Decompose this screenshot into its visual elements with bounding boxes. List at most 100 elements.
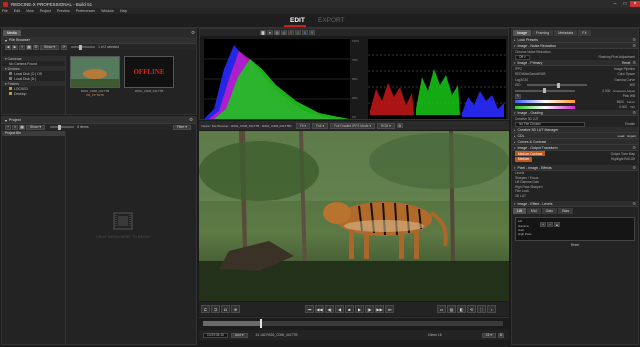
thumbnail-size-slider[interactable] [50, 124, 75, 130]
rolloff-row[interactable]: Medium Highlight Roll-Off [512, 156, 638, 163]
collapse-triangle-icon[interactable]: ▾ [5, 118, 7, 123]
effect-reset-button[interactable]: Reset [512, 243, 638, 247]
menu-edit[interactable]: Edit [14, 9, 20, 13]
tab-image[interactable]: Image [513, 30, 531, 36]
step-forward-icon[interactable]: |▶ [365, 305, 374, 313]
go-to-end-icon[interactable]: ⏭ [385, 305, 394, 313]
remove-icon[interactable]: − [547, 222, 553, 227]
loop-icon[interactable]: ⟲ [467, 305, 476, 313]
list-view-icon[interactable]: ≡ [12, 124, 18, 130]
gear-icon[interactable]: ⚙ [396, 123, 403, 128]
export-mode-tab[interactable]: EXPORT [318, 17, 345, 24]
thumbnail-size-slider[interactable] [71, 44, 96, 50]
edit-mode-tab[interactable]: EDIT [290, 17, 305, 24]
aspect-dropdown[interactable]: RGB ▾ [377, 122, 395, 129]
fullscreen-icon[interactable]: ⛶ [477, 305, 486, 313]
snapshot-icon[interactable]: ◘ [221, 305, 230, 313]
show-dropdown[interactable]: Show ▾ [26, 124, 46, 130]
close-button[interactable]: × [630, 1, 640, 7]
maximize-button[interactable]: □ [620, 1, 630, 7]
grid-view-icon[interactable]: ▦ [19, 124, 25, 130]
audio-icon[interactable]: ♪ [487, 305, 496, 313]
refresh-icon[interactable]: ⟳ [61, 44, 68, 50]
fit-dropdown[interactable]: Fit ▾ [295, 122, 311, 129]
menu-file[interactable]: File [2, 9, 8, 13]
playhead[interactable] [260, 319, 262, 328]
back-icon[interactable]: ◀ [5, 44, 11, 50]
fps-dropdown[interactable]: 24 ▾ [481, 332, 496, 338]
timecode-in[interactable]: 10:29:34:16 [203, 332, 228, 338]
scope-luma-icon[interactable]: Y [309, 30, 315, 35]
lut-enable-checkbox[interactable]: Enable [625, 122, 635, 126]
scope-histogram-icon[interactable]: ▇ [260, 30, 266, 35]
new-bin-icon[interactable]: + [5, 124, 11, 130]
stop-icon[interactable]: ■ [345, 305, 354, 313]
compare-icon[interactable]: ◧ [457, 305, 466, 313]
scope-blue-icon[interactable]: B [302, 30, 308, 35]
video-viewer[interactable] [199, 131, 509, 301]
project-bin-item[interactable]: Project Bin [2, 131, 65, 136]
exposure-slider[interactable] [515, 88, 575, 94]
gear-icon[interactable]: ⚙ [191, 30, 195, 36]
clip-thumbnail[interactable]: R001_C008_0417TB FR_FP TE78 [70, 56, 120, 97]
tint-gradient-slider[interactable] [515, 105, 575, 109]
tab-bias[interactable]: Bias [558, 208, 574, 214]
iso-slider[interactable] [526, 82, 587, 88]
scrub-timeline[interactable] [199, 317, 509, 329]
play-icon[interactable]: ▶ [355, 305, 364, 313]
menu-view[interactable]: View [26, 9, 34, 13]
monitor-icon[interactable]: ▭ [437, 305, 446, 313]
step-back-icon[interactable]: ◀| [325, 305, 334, 313]
menu-help[interactable]: Help [120, 9, 127, 13]
mark-out-icon[interactable]: ⊐ [211, 305, 220, 313]
show-dropdown[interactable]: Show ▾ [40, 44, 60, 50]
gear-icon[interactable]: ⚙ [498, 332, 504, 338]
mark-in-icon[interactable]: ⊏ [201, 305, 210, 313]
previous-frame-icon[interactable]: ◀◀ [315, 305, 324, 313]
gear-icon[interactable]: ⚙ [189, 117, 193, 123]
forward-icon[interactable]: ▶ [12, 44, 18, 50]
tab-media[interactable]: Media [3, 30, 21, 36]
add-to-project-icon[interactable]: ⊕ [231, 305, 240, 313]
play-reverse-icon[interactable]: ◀ [335, 305, 344, 313]
tab-metadata[interactable]: Metadata [554, 30, 578, 36]
menu-preferences[interactable]: Preferences [76, 9, 95, 13]
drop-zone[interactable]: DRAG MEDIA HERE TO BEGIN [88, 212, 158, 239]
scope-vectorscope-icon[interactable]: ◎ [281, 30, 287, 35]
tab-gain[interactable]: Gain [541, 208, 558, 214]
eyedropper-icon[interactable]: ✎ [515, 93, 521, 99]
menu-window[interactable]: Window [101, 9, 114, 13]
filter-dropdown[interactable]: Filter ▾ [172, 124, 191, 130]
collapse-triangle-icon[interactable]: ▾ [5, 38, 7, 43]
overlay-icon[interactable]: ▤ [447, 305, 456, 313]
tab-lift[interactable]: Lift [513, 208, 526, 214]
grid-view-icon[interactable]: ▦ [26, 44, 32, 50]
tab-fx[interactable]: FX [578, 30, 591, 36]
kelvin-gradient-slider[interactable] [515, 100, 575, 104]
tab-framing[interactable]: Framing [532, 30, 554, 36]
detail-view-icon[interactable]: ☰ [33, 44, 39, 50]
menu-preview[interactable]: Preview [57, 9, 70, 13]
move-up-icon[interactable]: ▲ [554, 222, 560, 227]
tab-mid[interactable]: Mid [526, 208, 541, 214]
flashing-pixel-toggle[interactable]: Flashing Pixel Adjustment [599, 55, 636, 59]
offline-thumbnail[interactable]: OFFLINE R002_C008_0417TB [124, 56, 174, 93]
effect-item[interactable]: 3D LUT [512, 194, 638, 199]
next-frame-icon[interactable]: ▶▶ [375, 305, 384, 313]
noise-dropdown[interactable]: Off ▾ [515, 54, 530, 60]
add-icon[interactable]: + [540, 222, 546, 227]
scope-parade-icon[interactable]: ▥ [274, 30, 280, 35]
go-to-start-icon[interactable]: ⏮ [305, 305, 314, 313]
list-view-icon[interactable]: ≡ [19, 44, 25, 50]
quality-dropdown[interactable]: Full ▾ [312, 122, 328, 129]
debayer-dropdown[interactable]: Full Graded IPP2 Mode ▾ [329, 122, 376, 129]
audio-dropdown[interactable]: Aud ▾ [230, 332, 248, 338]
minimize-button[interactable]: – [610, 1, 620, 7]
effect-list-box[interactable]: Lift Gamma Gain High Pass + − ▲ [515, 217, 635, 241]
scope-red-icon[interactable]: R [288, 30, 294, 35]
scope-green-icon[interactable]: G [295, 30, 301, 35]
scope-waveform-icon[interactable]: ≋ [267, 30, 273, 35]
reset-button[interactable]: Reset [622, 61, 630, 65]
menu-project[interactable]: Project [40, 9, 51, 13]
lut-file-field[interactable]: No File Chosen [515, 121, 585, 127]
